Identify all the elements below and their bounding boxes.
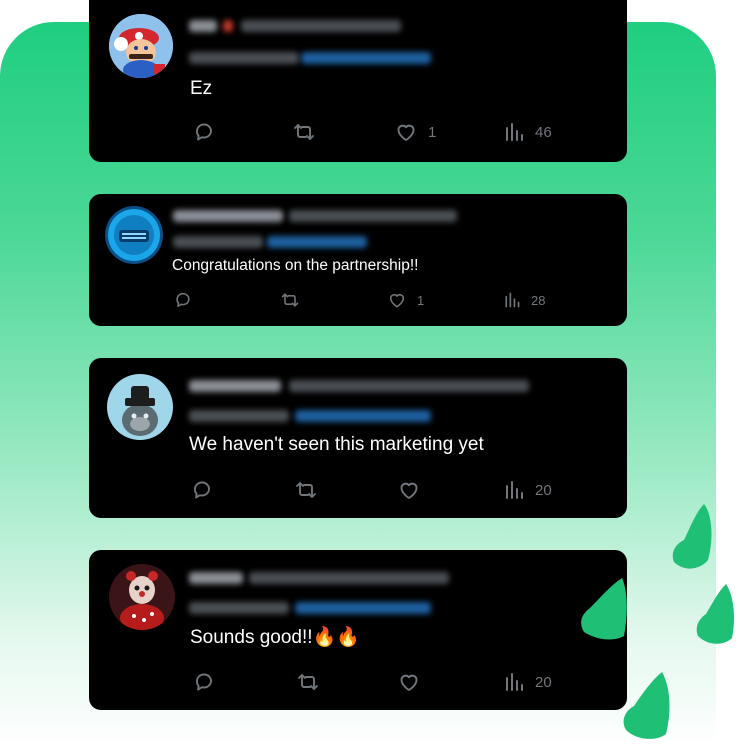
green-spark-icon <box>696 584 734 644</box>
views-chart-icon <box>506 673 523 691</box>
reply-card[interactable]: Ez 1 46 <box>89 0 627 162</box>
repost-button[interactable] <box>295 670 321 694</box>
comment-icon <box>196 123 212 141</box>
like-button[interactable] <box>397 670 421 694</box>
mention-blurred[interactable] <box>267 236 367 248</box>
comment-icon <box>196 673 212 691</box>
ape-avatar[interactable] <box>107 374 173 440</box>
repost-button[interactable] <box>293 478 319 502</box>
reply-text: Sounds good!!🔥🔥 <box>190 627 360 648</box>
green-spark-icon <box>672 504 712 569</box>
mention-blurred[interactable] <box>295 410 431 422</box>
author-name-blurred[interactable] <box>189 20 217 32</box>
mention-blurred[interactable] <box>301 52 431 64</box>
views-chart-icon <box>506 123 523 141</box>
mention-blurred[interactable] <box>295 602 431 614</box>
reply-button[interactable] <box>192 670 216 694</box>
like-count: 1 <box>417 292 425 308</box>
heart-icon <box>400 674 418 691</box>
action-bar: 1 46 <box>89 120 627 144</box>
action-bar: 20 <box>89 478 627 502</box>
views-button[interactable]: 20 <box>503 478 552 502</box>
repost-button[interactable] <box>291 120 317 144</box>
green-spark-icon <box>623 672 670 739</box>
handle-date-blurred <box>289 380 529 392</box>
heart-icon <box>389 293 405 308</box>
like-button[interactable] <box>397 478 421 502</box>
replying-to-blurred <box>189 410 289 422</box>
repost-icon <box>294 124 314 140</box>
like-button[interactable]: 1 <box>387 290 424 310</box>
replying-to-blurred <box>173 236 263 248</box>
like-count: 1 <box>428 123 437 141</box>
like-button[interactable]: 1 <box>394 120 436 144</box>
views-chart-icon <box>505 292 520 308</box>
reply-button[interactable] <box>173 290 193 310</box>
handle-date-blurred <box>249 572 449 584</box>
comment-icon <box>176 292 190 308</box>
comment-icon <box>194 481 210 499</box>
replying-to-blurred <box>189 602 289 614</box>
view-count: 20 <box>535 673 552 691</box>
handle-date-blurred <box>289 210 457 222</box>
clown-avatar[interactable] <box>109 564 175 630</box>
author-name-blurred[interactable] <box>189 380 281 392</box>
reply-text: Congratulations on the partnership!! <box>172 257 419 274</box>
reply-button[interactable] <box>192 120 216 144</box>
views-button[interactable]: 46 <box>503 120 552 144</box>
repost-icon <box>298 674 318 690</box>
views-chart-icon <box>506 481 523 499</box>
arena-avatar[interactable] <box>105 206 163 264</box>
author-name-blurred[interactable] <box>173 210 283 222</box>
view-count: 28 <box>531 292 546 308</box>
heart-icon <box>397 124 415 141</box>
heart-icon <box>400 482 418 499</box>
views-button[interactable]: 20 <box>503 670 552 694</box>
repost-button[interactable] <box>279 290 301 310</box>
verified-badge-blurred <box>223 20 233 32</box>
handle-date-blurred <box>241 20 401 32</box>
repost-icon <box>296 482 316 498</box>
repost-icon <box>281 293 299 307</box>
view-count: 46 <box>535 123 552 141</box>
green-spark-icon <box>581 578 627 640</box>
replying-to-blurred <box>189 52 299 64</box>
reply-card[interactable]: We haven't seen this marketing yet 20 <box>89 358 627 518</box>
author-name-blurred[interactable] <box>189 572 243 584</box>
action-bar: 1 28 <box>89 290 627 314</box>
views-button[interactable]: 28 <box>503 290 545 310</box>
reply-card[interactable]: Congratulations on the partnership!! 1 2… <box>89 194 627 326</box>
view-count: 20 <box>535 481 552 499</box>
reply-button[interactable] <box>190 478 214 502</box>
reply-text: We haven't seen this marketing yet <box>189 434 484 455</box>
action-bar: 20 <box>89 670 627 694</box>
mario-avatar[interactable] <box>109 14 173 78</box>
reply-text: Ez <box>190 78 213 99</box>
reply-card[interactable]: Sounds good!!🔥🔥 20 <box>89 550 627 710</box>
